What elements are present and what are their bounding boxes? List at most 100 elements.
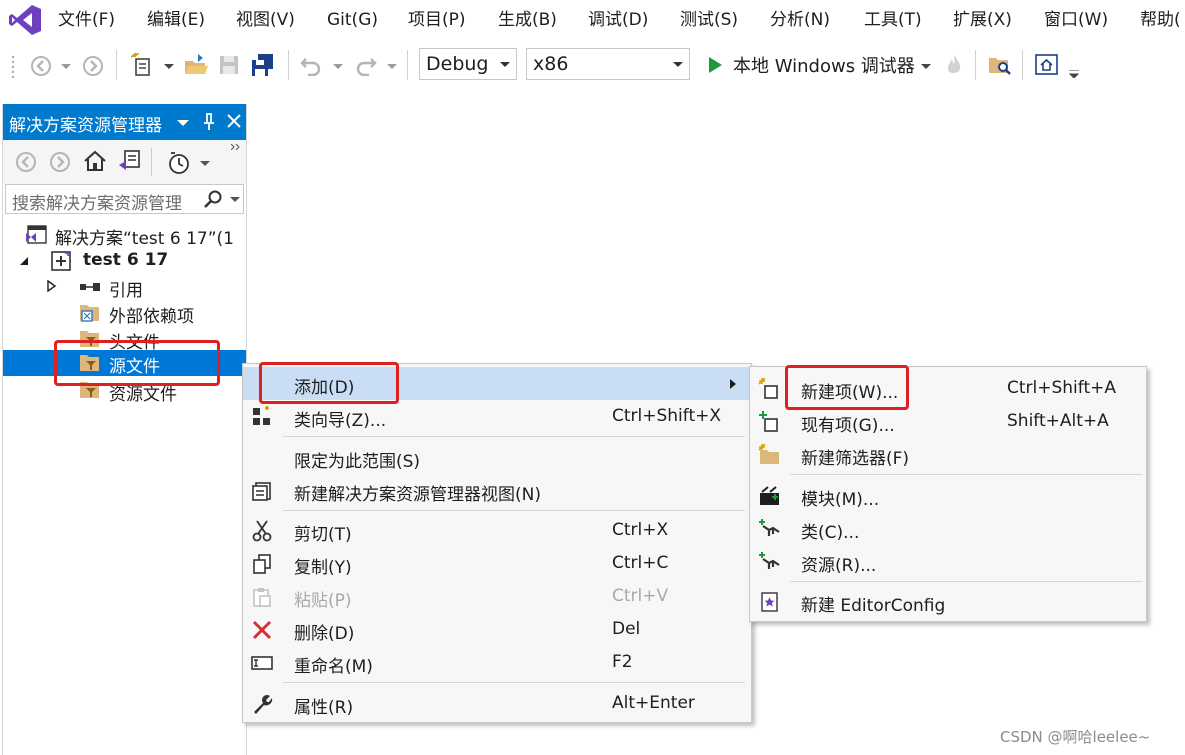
new-project-icon[interactable] bbox=[131, 53, 155, 77]
menu-test[interactable]: 测试(S) bbox=[680, 9, 738, 31]
platform-dropdown[interactable]: x86 bbox=[526, 48, 690, 80]
undo-icon[interactable] bbox=[300, 54, 322, 76]
menu-item-label: 类向导(Z)... bbox=[294, 411, 387, 431]
menu-build[interactable]: 生成(B) bbox=[498, 9, 557, 31]
menu-item-shortcut: Shift+Alt+A bbox=[1007, 411, 1109, 431]
menu-item-scope-to-this[interactable]: 限定为此范围(S) bbox=[243, 441, 751, 474]
hot-reload-icon[interactable] bbox=[945, 54, 963, 76]
menu-window[interactable]: 窗口(W) bbox=[1044, 9, 1108, 31]
chevron-down-icon[interactable] bbox=[61, 64, 71, 70]
menu-item-resource[interactable]: 资源(R)... bbox=[750, 545, 1146, 578]
menu-item-label: 新建 EditorConfig bbox=[801, 596, 946, 616]
menu-item-label: 现有项(G)... bbox=[801, 416, 895, 436]
menu-help[interactable]: 帮助( bbox=[1140, 9, 1181, 31]
configuration-dropdown[interactable]: Debug bbox=[419, 48, 517, 80]
menu-view[interactable]: 视图(V) bbox=[236, 9, 295, 31]
menu-tools[interactable]: 工具(T) bbox=[864, 9, 922, 31]
navigate-back-icon[interactable] bbox=[30, 55, 52, 77]
new-filter-folder-icon bbox=[758, 444, 779, 464]
menu-item-label: 新建筛选器(F) bbox=[801, 449, 910, 469]
navigate-forward-icon[interactable] bbox=[82, 55, 104, 77]
menu-item-module[interactable]: 模块(M)... bbox=[750, 479, 1146, 512]
menu-item-paste[interactable]: 粘贴(P) Ctrl+V bbox=[243, 580, 751, 613]
chevron-down-icon[interactable] bbox=[200, 161, 210, 167]
save-all-icon[interactable] bbox=[251, 53, 275, 77]
menu-item-label: 复制(Y) bbox=[294, 558, 352, 578]
menu-item-label: 粘贴(P) bbox=[294, 591, 352, 611]
menu-extensions[interactable]: 扩展(X) bbox=[953, 9, 1012, 31]
toolbar-grip-icon[interactable] bbox=[10, 54, 16, 78]
start-debugger-button[interactable]: 本地 Windows 调试器 bbox=[733, 52, 915, 78]
switch-views-icon[interactable] bbox=[117, 149, 141, 173]
navigate-back-icon[interactable] bbox=[15, 151, 37, 173]
chevron-down-icon[interactable] bbox=[921, 64, 931, 70]
menu-analyze[interactable]: 分析(N) bbox=[770, 9, 830, 31]
pending-changes-filter-icon[interactable] bbox=[167, 151, 191, 175]
menu-git[interactable]: Git(G) bbox=[327, 9, 378, 31]
search-icon[interactable] bbox=[204, 190, 222, 208]
menu-item-properties[interactable]: 属性(R) Alt+Enter bbox=[243, 687, 751, 720]
toolbar-overflow-icon[interactable] bbox=[1069, 70, 1079, 78]
chevron-down-icon[interactable] bbox=[230, 197, 240, 203]
redo-icon[interactable] bbox=[355, 54, 377, 76]
editorconfig-icon bbox=[761, 592, 778, 612]
chevron-down-icon[interactable] bbox=[387, 64, 397, 70]
menu-file[interactable]: 文件(F) bbox=[58, 9, 115, 31]
tree-item-references[interactable]: 引用 bbox=[3, 274, 246, 301]
open-folder-icon[interactable] bbox=[184, 54, 208, 76]
menu-item-class[interactable]: 类(C)... bbox=[750, 512, 1146, 545]
menu-edit[interactable]: 编辑(E) bbox=[147, 9, 205, 31]
chevron-down-icon[interactable] bbox=[164, 64, 174, 70]
chevron-down-icon[interactable] bbox=[333, 64, 343, 70]
menu-item-delete[interactable]: 删除(D) Del bbox=[243, 613, 751, 646]
menu-project[interactable]: 项目(P) bbox=[408, 9, 466, 31]
home-window-icon[interactable] bbox=[1035, 54, 1059, 76]
close-icon[interactable] bbox=[227, 114, 241, 128]
menu-debug[interactable]: 调试(D) bbox=[588, 9, 648, 31]
copy-icon bbox=[253, 554, 271, 574]
home-icon[interactable] bbox=[83, 149, 107, 173]
menu-item-new-explorer-view[interactable]: 新建解决方案资源管理器视图(N) bbox=[243, 474, 751, 507]
menu-item-new-filter[interactable]: 新建筛选器(F) bbox=[750, 438, 1146, 471]
menu-item-rename[interactable]: 重命名(M) F2 bbox=[243, 646, 751, 679]
solution-explorer-search-input[interactable]: 搜索解决方案资源管理 bbox=[5, 184, 244, 214]
menu-bar: 文件(F) 编辑(E) 视图(V) Git(G) 项目(P) 生成(B) 调试(… bbox=[0, 0, 1185, 40]
paste-icon bbox=[253, 588, 271, 607]
start-debugging-icon[interactable] bbox=[707, 56, 723, 74]
platform-value: x86 bbox=[533, 53, 569, 75]
menu-item-class-wizard[interactable]: 类向导(Z)... Ctrl+Shift+X bbox=[243, 400, 751, 433]
tree-item-external-dependencies[interactable]: 外部依赖项 bbox=[3, 300, 246, 327]
expanded-triangle-icon[interactable] bbox=[19, 256, 29, 266]
menu-item-label: 属性(R) bbox=[294, 698, 354, 718]
watermark: CSDN @啊哈leelee~ bbox=[1000, 728, 1151, 746]
toolbar-overflow-icon[interactable] bbox=[231, 144, 241, 150]
tree-item-label: test 6 17 bbox=[83, 250, 169, 270]
menu-item-shortcut: Del bbox=[612, 619, 641, 639]
class-icon bbox=[759, 519, 780, 536]
collapsed-triangle-icon[interactable] bbox=[47, 280, 57, 292]
menu-item-shortcut: Ctrl+X bbox=[612, 520, 669, 540]
solution-explorer-panel: 解决方案资源管理器 搜索解决方案资源管理 解决方案“test 6 17”(1 t… bbox=[2, 104, 247, 755]
highlight-box-source-files bbox=[54, 340, 220, 386]
resource-icon bbox=[759, 552, 780, 569]
chevron-down-icon bbox=[500, 62, 510, 67]
class-wizard-icon bbox=[253, 406, 270, 425]
pin-icon[interactable] bbox=[202, 113, 216, 131]
tree-item-project[interactable]: test 6 17 bbox=[3, 248, 246, 274]
find-in-files-icon[interactable] bbox=[988, 54, 1012, 76]
search-placeholder: 搜索解决方案资源管理 bbox=[12, 194, 182, 214]
navigate-forward-icon[interactable] bbox=[49, 151, 71, 173]
menu-item-new-editorconfig[interactable]: 新建 EditorConfig bbox=[750, 585, 1146, 618]
menu-item-shortcut: Ctrl+Shift+A bbox=[1007, 378, 1117, 398]
menu-item-copy[interactable]: 复制(Y) Ctrl+C bbox=[243, 547, 751, 580]
configuration-value: Debug bbox=[426, 53, 489, 75]
menu-item-label: 删除(D) bbox=[294, 624, 355, 644]
tree-item-solution[interactable]: 解决方案“test 6 17”(1 bbox=[3, 222, 246, 249]
context-menu: 添加(D) 类向导(Z)... Ctrl+Shift+X 限定为此范围(S) 新… bbox=[242, 363, 752, 723]
menu-separator bbox=[283, 682, 745, 683]
tree-item-label: 外部依赖项 bbox=[109, 307, 194, 327]
chevron-down-icon[interactable] bbox=[177, 120, 189, 127]
menu-item-cut[interactable]: 剪切(T) Ctrl+X bbox=[243, 514, 751, 547]
visual-studio-logo-icon[interactable] bbox=[8, 4, 42, 36]
save-icon[interactable] bbox=[219, 55, 239, 75]
